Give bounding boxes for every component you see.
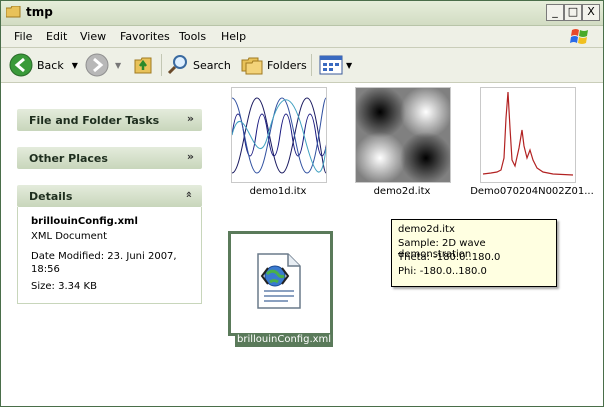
search-button[interactable]: Search — [167, 51, 231, 79]
file-item-brillouinconfig[interactable] — [228, 231, 333, 336]
forward-dropdown-icon[interactable]: ▼ — [115, 61, 121, 70]
file-label[interactable]: Demo070204N002Z01... — [467, 186, 597, 197]
window-title: tmp — [26, 5, 53, 19]
menu-file[interactable]: File — [14, 30, 32, 43]
folder-icon — [6, 6, 21, 18]
title-bar[interactable]: tmp _ □ X — [1, 1, 603, 26]
menu-edit[interactable]: Edit — [46, 30, 67, 43]
file-item-demo1d[interactable] — [231, 87, 329, 183]
search-icon — [167, 55, 187, 75]
menu-help[interactable]: Help — [221, 30, 246, 43]
file-item-demo2d[interactable] — [354, 86, 452, 184]
folder-up-icon — [134, 57, 152, 74]
back-arrow-icon — [9, 53, 33, 77]
other-places-header[interactable]: Other Places » — [17, 147, 202, 169]
views-icon — [319, 55, 343, 75]
details-modified: Date Modified: 23. Juni 2007, 18:56 — [31, 251, 177, 275]
folders-icon — [241, 57, 263, 75]
spectrum-thumbnail — [482, 91, 574, 176]
demo2d-thumbnail — [354, 86, 452, 184]
views-dropdown-icon[interactable]: ▼ — [346, 61, 352, 70]
explorer-window: tmp _ □ X File Edit View Favorites Tools… — [0, 0, 604, 407]
menu-view[interactable]: View — [80, 30, 106, 43]
chevron-down-icon[interactable]: » — [187, 112, 194, 125]
folders-button[interactable]: Folders — [241, 51, 307, 79]
details-panel: brillouinConfig.xml XML Document Date Mo… — [17, 207, 202, 304]
details-type: XML Document — [31, 231, 108, 242]
close-button[interactable]: X — [582, 4, 600, 21]
demo1d-thumbnail — [231, 97, 329, 174]
file-info-tooltip: demo2d.itx Sample: 2D wave demonstration… — [391, 219, 557, 287]
file-view: demo1d.itx demo2d.itx Demo070204N002Z01.… — [223, 83, 603, 406]
windows-logo-icon — [570, 29, 588, 44]
details-filename: brillouinConfig.xml — [31, 216, 138, 227]
chevron-down-icon[interactable]: » — [187, 150, 194, 163]
back-dropdown-icon[interactable]: ▼ — [72, 61, 78, 70]
menu-tools[interactable]: Tools — [179, 30, 206, 43]
file-label-selected[interactable]: brillouinConfig.xml — [235, 333, 334, 347]
toolbar-separator — [161, 54, 162, 76]
menu-favorites[interactable]: Favorites — [120, 30, 170, 43]
file-item-spectrum[interactable] — [480, 87, 576, 183]
details-header[interactable]: Details » — [17, 185, 202, 207]
toolbar: Back ▼ ▼ Search Folders ▼ — [1, 48, 603, 83]
file-folder-tasks-header[interactable]: File and Folder Tasks » — [17, 109, 202, 131]
details-size: Size: 3.34 KB — [31, 281, 97, 292]
up-button[interactable] — [133, 51, 155, 79]
views-button[interactable]: ▼ — [319, 51, 352, 79]
menu-bar: File Edit View Favorites Tools Help — [1, 26, 603, 48]
file-label[interactable]: demo1d.itx — [231, 186, 325, 197]
task-pane: File and Folder Tasks » Other Places » D… — [1, 83, 223, 406]
forward-arrow-icon — [85, 53, 109, 77]
chevron-up-icon[interactable]: » — [182, 191, 195, 198]
file-label[interactable]: demo2d.itx — [355, 186, 449, 197]
forward-button[interactable]: ▼ — [85, 51, 121, 79]
maximize-button[interactable]: □ — [564, 4, 582, 21]
minimize-button[interactable]: _ — [546, 4, 564, 21]
back-button[interactable]: Back ▼ — [9, 51, 78, 79]
toolbar-separator — [311, 54, 312, 76]
xml-document-icon — [257, 253, 301, 309]
